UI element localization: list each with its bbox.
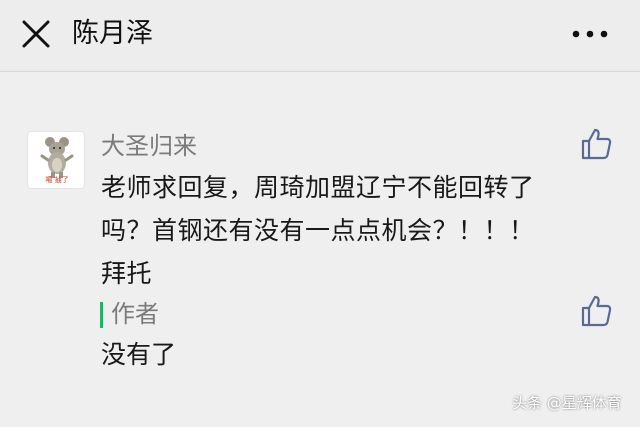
comment-text: 老师求回复，周琦加盟辽宁不能回转了 吗？首钢还有没有一点点机会？！！！ 拜托: [101, 166, 601, 295]
comment-text-line: 拜托: [101, 259, 153, 288]
source-watermark: 头条 @星辉体育: [512, 394, 622, 412]
thumbs-up-icon: [581, 128, 612, 160]
avatar[interactable]: 噶 抽了: [27, 131, 85, 189]
comment-text-line: 老师求回复，周琦加盟辽宁不能回转了: [101, 173, 535, 202]
more-button[interactable]: [568, 22, 612, 46]
like-button[interactable]: [579, 127, 613, 161]
author-reply-like-button[interactable]: [579, 294, 613, 328]
comment-text-line: 吗？首钢还有没有一点点机会？！！！: [101, 216, 535, 245]
top-bar: 陈月泽: [0, 0, 640, 72]
close-button[interactable]: [18, 16, 54, 52]
comment-nickname[interactable]: 大圣归来: [101, 130, 197, 162]
comment-card: 噶 抽了 大圣归来 老师求回复，周琦加盟辽宁不能回转了 吗？首钢还有没有一点点机…: [0, 73, 640, 427]
author-reply-marker: [100, 302, 103, 328]
close-icon: [22, 20, 50, 48]
author-reply-text: 没有了: [101, 340, 177, 369]
more-horizontal-icon: [572, 30, 608, 38]
author-label: 作者: [111, 300, 159, 328]
page-title: 陈月泽: [72, 18, 153, 49]
thumbs-up-icon: [581, 295, 612, 327]
avatar-caption: 噶 抽了: [45, 176, 69, 184]
